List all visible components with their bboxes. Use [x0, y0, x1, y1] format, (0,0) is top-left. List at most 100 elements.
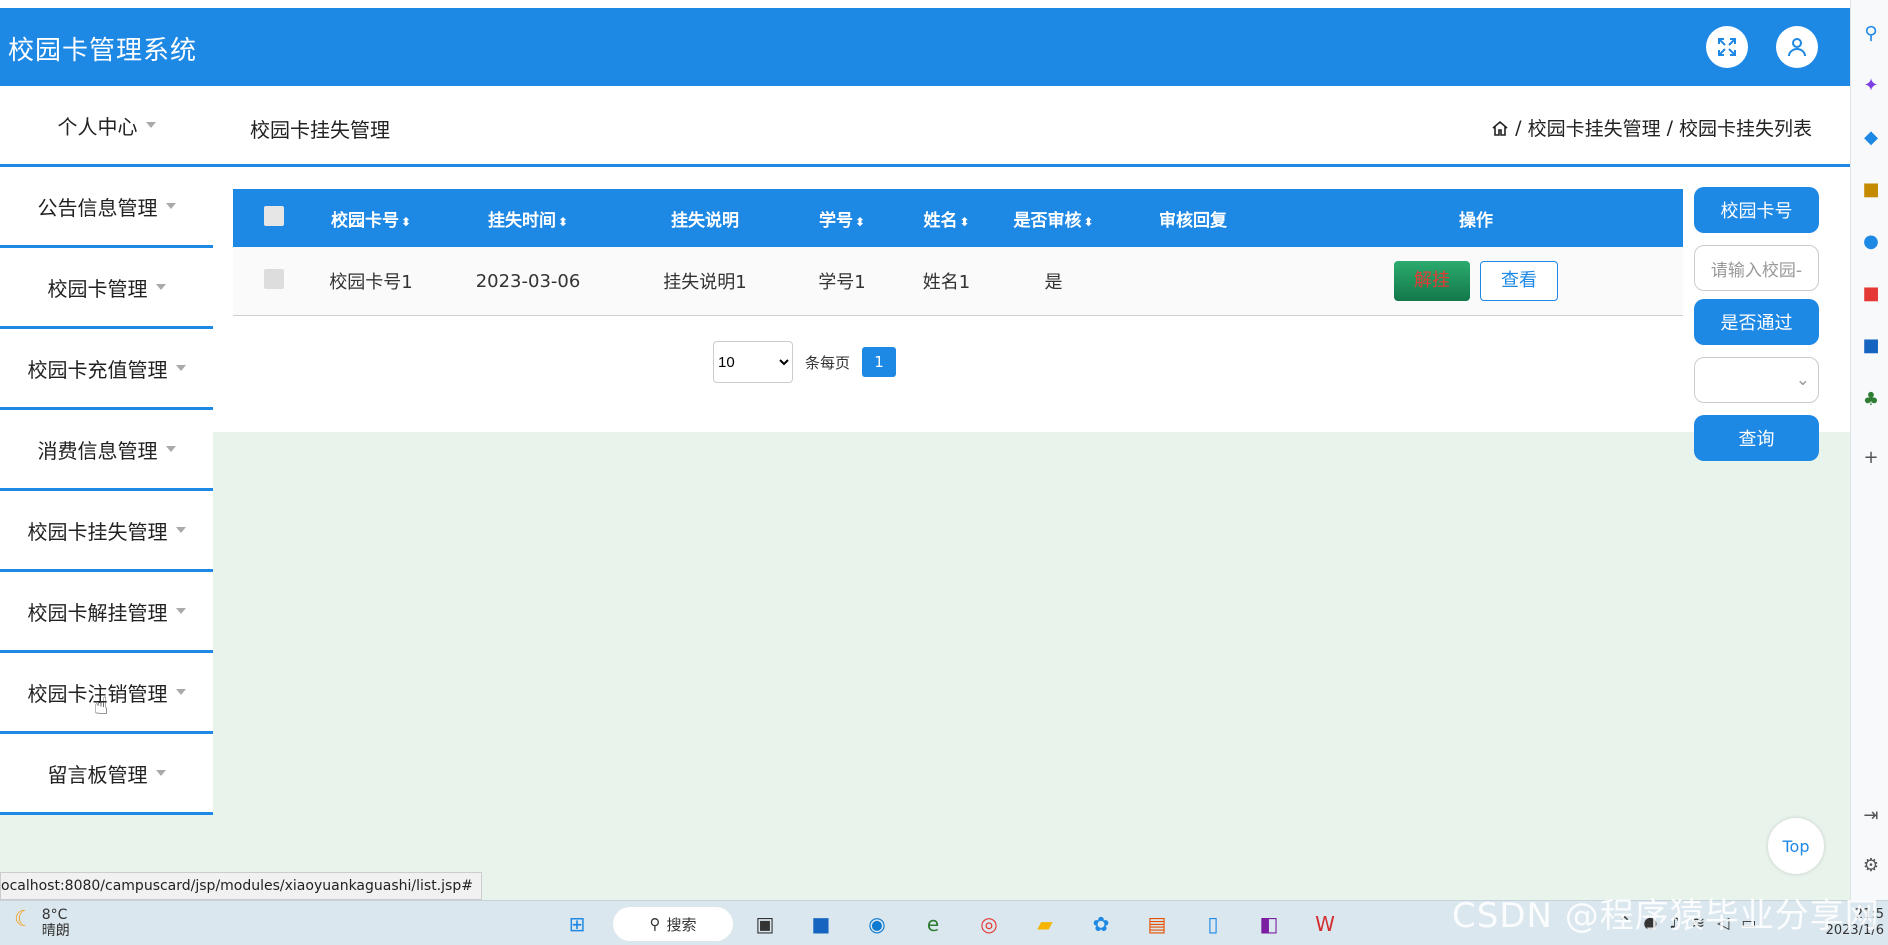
view-button[interactable]: 查看 [1480, 261, 1558, 301]
copilot-icon[interactable]: ✦ [1861, 76, 1881, 96]
col-reply: 审核回复 [1117, 189, 1269, 247]
temperature: 8°C [41, 907, 68, 923]
search-icon[interactable]: ⚲ [1861, 24, 1881, 44]
sidebar-item-label: 校园卡解挂管理 [27, 600, 168, 625]
status-bar-url: ocalhost:8080/campuscard/jsp/modules/xia… [0, 872, 482, 900]
caret-down-icon [145, 122, 156, 128]
wps-icon[interactable]: W [1310, 909, 1340, 939]
settings-icon[interactable]: ⚙ [1861, 856, 1881, 876]
chrome-icon[interactable]: ◎ [974, 909, 1004, 939]
caret-down-icon [155, 770, 166, 776]
fullscreen-button[interactable] [1706, 26, 1748, 68]
page-header: 校园卡挂失管理 / 校园卡挂失管理 / 校园卡挂失列表 [213, 86, 1850, 167]
watermark: CSDN @程序猿毕业分享网 [1452, 896, 1880, 936]
breadcrumb-separator: / [1666, 116, 1673, 139]
sidebar-item-lost[interactable]: 校园卡挂失管理 [0, 491, 213, 572]
select-all-checkbox[interactable] [264, 205, 284, 226]
col-label: 挂失说明 [671, 210, 739, 231]
sidebar-item-label: 消费信息管理 [37, 438, 158, 463]
caret-down-icon [155, 284, 166, 290]
row-checkbox[interactable] [264, 268, 284, 289]
taskbar-search[interactable]: ⚲ 搜索 [613, 907, 733, 941]
home-icon[interactable] [1491, 119, 1509, 137]
outlook-icon[interactable]: ■ [1861, 336, 1881, 356]
lost-card-table: 校园卡号 ⬍ 挂失时间 ⬍ 挂失说明 学号 ⬍ 姓名 ⬍ 是否审核 ⬍ 审核回复 操作 校… [233, 189, 1683, 316]
office-icon[interactable]: ■ [1861, 284, 1881, 304]
ie-icon[interactable]: e [918, 909, 948, 939]
sidebar-item-label: 校园卡充值管理 [27, 357, 168, 382]
breadcrumb-item-current: 校园卡挂失列表 [1678, 118, 1812, 140]
table-row: 校园卡号1 2023-03-06 挂失说明1 学号1 姓名1 是 解挂 查看 [233, 247, 1683, 316]
tag-icon[interactable]: ◆ [1861, 128, 1881, 148]
col-label: 操作 [1459, 210, 1493, 231]
page-title: 校园卡挂失管理 [250, 118, 390, 142]
col-label: 审核回复 [1159, 210, 1227, 231]
edge-icon[interactable]: ◉ [862, 909, 892, 939]
page-size-select[interactable]: 10 [713, 341, 793, 383]
top-strip [0, 0, 1850, 8]
per-page-label: 条每页 [805, 353, 851, 372]
col-name[interactable]: 姓名 ⬍ [903, 189, 990, 247]
sidebar-toggle-icon[interactable]: ⇥ [1861, 806, 1881, 826]
col-actions: 操作 [1269, 189, 1683, 247]
hand-cursor-icon: ☝ [94, 692, 109, 720]
search-rail: 校园卡号 请输入校园- 是否通过 ⌄ 查询 [1694, 187, 1819, 461]
taskbar-search-label: 搜索 [666, 915, 697, 934]
query-button[interactable]: 查询 [1694, 415, 1819, 461]
sort-icon: ⬍ [1083, 214, 1094, 229]
sidebar-item-notice[interactable]: 公告信息管理 [0, 167, 213, 248]
col-student-no[interactable]: 学号 ⬍ [781, 189, 903, 247]
pass-status-select[interactable]: ⌄ [1694, 357, 1819, 403]
col-lost-desc: 挂失说明 [629, 189, 781, 247]
page-number-current[interactable]: 1 [862, 347, 897, 377]
task-view-icon[interactable]: ▣ [750, 909, 780, 939]
card-no-label-button: 校园卡号 [1694, 187, 1819, 233]
breadcrumb: / 校园卡挂失管理 / 校园卡挂失列表 [1491, 114, 1812, 141]
sidebar-item-label: 个人中心 [57, 114, 138, 139]
phone-icon[interactable]: ▯ [1198, 909, 1228, 939]
cell-reply [1117, 247, 1269, 316]
toolbox-icon[interactable]: ■ [1861, 180, 1881, 200]
moon-icon: ☾ [14, 907, 34, 932]
row-select-cell [233, 247, 315, 316]
app-icon[interactable]: ✿ [1086, 909, 1116, 939]
col-card-no[interactable]: 校园卡号 ⬍ [315, 189, 427, 247]
people-icon[interactable]: ● [1861, 232, 1881, 252]
chevron-down-icon: ⌄ [1795, 370, 1810, 390]
sidebar-item-label: 留言板管理 [47, 762, 148, 787]
col-reviewed[interactable]: 是否审核 ⬍ [990, 189, 1117, 247]
cell-name: 姓名1 [903, 247, 990, 316]
sidebar-item-card[interactable]: 校园卡管理 [0, 248, 213, 329]
user-menu-button[interactable] [1776, 26, 1818, 68]
start-icon[interactable]: ⊞ [562, 909, 592, 939]
folder-icon[interactable]: ▰ [1030, 909, 1060, 939]
weather-widget[interactable]: ☾ 8°C 晴朗 [14, 907, 70, 939]
sidebar-item-unhang[interactable]: 校园卡解挂管理 [0, 572, 213, 653]
sidebar-item-recharge[interactable]: 校园卡充值管理 [0, 329, 213, 410]
cell-reviewed: 是 [990, 247, 1117, 316]
caret-down-icon [165, 203, 176, 209]
cell-lost-desc: 挂失说明1 [629, 247, 781, 316]
back-to-top-button[interactable]: Top [1768, 818, 1824, 874]
card-no-search-input[interactable]: 请输入校园- [1694, 245, 1819, 291]
user-icon [1788, 38, 1806, 57]
tree-icon[interactable]: ♣ [1861, 390, 1881, 410]
caret-down-icon [165, 446, 176, 452]
sort-icon: ⬍ [400, 214, 412, 229]
col-label: 是否审核 [1013, 210, 1082, 231]
sidebar-item-message-board[interactable]: 留言板管理 [0, 734, 213, 815]
app-icon[interactable]: ■ [806, 909, 836, 939]
ide-icon[interactable]: ◧ [1254, 909, 1284, 939]
add-icon[interactable]: + [1861, 448, 1881, 468]
breadcrumb-item[interactable]: 校园卡挂失管理 [1528, 114, 1661, 141]
sidebar-item-personal-center[interactable]: 个人中心 [0, 86, 213, 167]
sidebar-item-label: 公告信息管理 [37, 195, 158, 220]
col-label: 挂失时间 [487, 210, 556, 231]
sidebar-item-consumption[interactable]: 消费信息管理 [0, 410, 213, 491]
breadcrumb-separator: / [1515, 116, 1522, 139]
pass-status-label-button: 是否通过 [1694, 299, 1819, 345]
col-lost-time[interactable]: 挂失时间 ⬍ [427, 189, 629, 247]
powerpoint-icon[interactable]: ▤ [1142, 909, 1172, 939]
sort-icon: ⬍ [854, 214, 866, 229]
unhang-button[interactable]: 解挂 [1394, 261, 1470, 301]
